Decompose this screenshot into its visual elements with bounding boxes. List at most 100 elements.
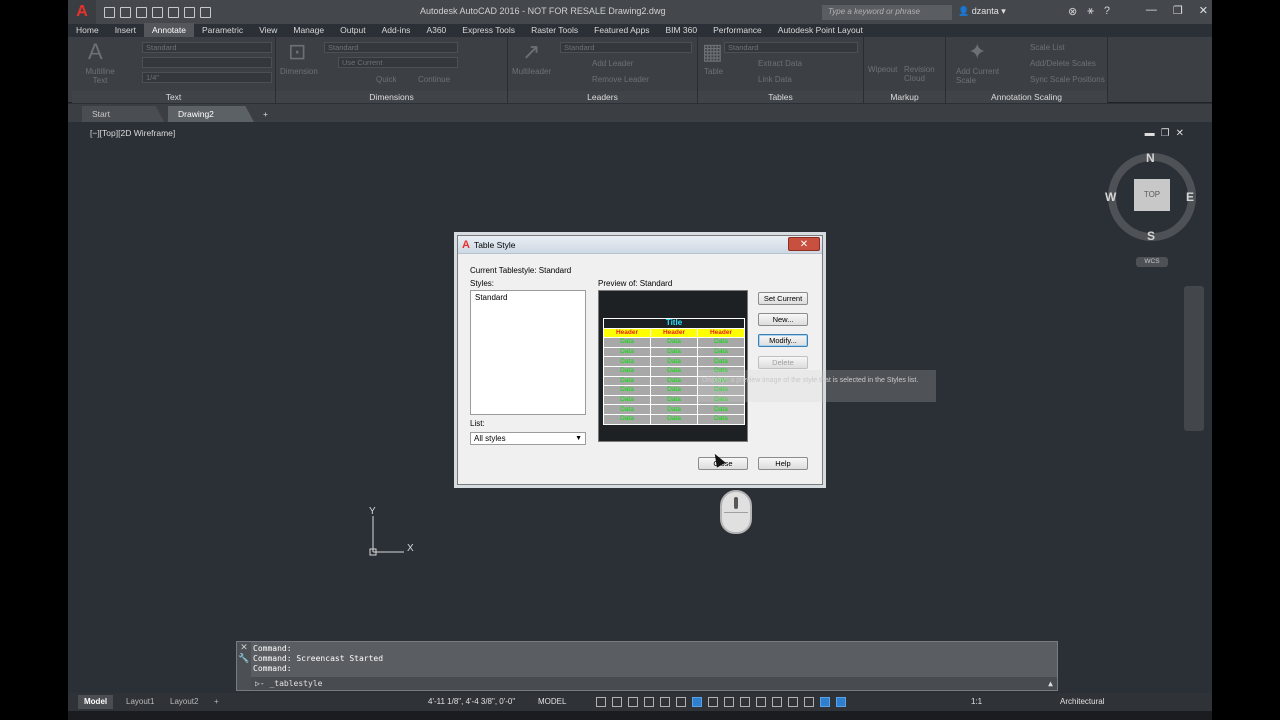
auto-scale-icon[interactable]: [836, 697, 846, 707]
polar-icon[interactable]: [644, 697, 654, 707]
tab-model[interactable]: Model: [78, 695, 114, 709]
add-scale-icon[interactable]: ✦: [968, 39, 986, 65]
open-icon[interactable]: [120, 6, 131, 18]
tab-annotate[interactable]: Annotate: [143, 23, 194, 37]
tab-manage[interactable]: Manage: [285, 23, 332, 37]
compass-north[interactable]: N: [1146, 151, 1155, 165]
tab-output[interactable]: Output: [332, 23, 374, 37]
viewport-close-icon[interactable]: ✕: [1176, 128, 1184, 139]
tab-point-layout[interactable]: Autodesk Point Layout: [770, 23, 871, 37]
maximize-icon[interactable]: ❐: [1173, 4, 1183, 17]
tab-drawing2[interactable]: Drawing2: [168, 106, 254, 122]
panel-title-dimensions[interactable]: Dimensions: [276, 91, 507, 103]
new-icon[interactable]: [104, 6, 115, 18]
text-height-combo[interactable]: 1/4": [142, 72, 272, 83]
wipeout-label[interactable]: Wipeout: [868, 65, 897, 74]
list-filter-select[interactable]: All styles ▼: [470, 432, 586, 445]
tab-insert[interactable]: Insert: [107, 23, 144, 37]
command-recent-icon[interactable]: ▲: [1048, 677, 1053, 690]
selection-cycling-icon[interactable]: [740, 697, 750, 707]
styles-list[interactable]: Standard: [470, 290, 586, 415]
snap-icon[interactable]: [612, 697, 622, 707]
cart-icon[interactable]: ⊗: [1068, 5, 1077, 18]
isodraft-icon[interactable]: [660, 697, 670, 707]
viewport-controls[interactable]: [−][Top][2D Wireframe]: [90, 128, 175, 138]
tab-view[interactable]: View: [251, 23, 285, 37]
compass-east[interactable]: E: [1186, 190, 1194, 204]
continue-dim-label[interactable]: Continue: [418, 75, 450, 84]
application-menu-button[interactable]: A: [68, 0, 96, 24]
save-as-icon[interactable]: [152, 6, 163, 18]
3d-osnap-icon[interactable]: [756, 697, 766, 707]
dynamic-ucs-icon[interactable]: [772, 697, 782, 707]
viewcube-top-face[interactable]: TOP: [1134, 179, 1170, 211]
tab-home[interactable]: Home: [68, 23, 107, 37]
user-account[interactable]: 👤 dzanta ▾: [958, 6, 1006, 17]
tab-layout1[interactable]: Layout1: [120, 695, 160, 709]
leader-style-combo[interactable]: Standard: [560, 42, 692, 53]
add-layout-icon[interactable]: +: [208, 695, 225, 709]
viewcube[interactable]: TOP: [1108, 153, 1196, 241]
tab-bim-360[interactable]: BIM 360: [657, 23, 705, 37]
dimension-icon[interactable]: ⊡: [288, 39, 306, 65]
tab-start[interactable]: Start: [82, 106, 164, 122]
new-button[interactable]: New...: [758, 313, 808, 326]
lineweight-icon[interactable]: [708, 697, 718, 707]
add-leader-label[interactable]: Add Leader: [592, 59, 633, 68]
link-data-label[interactable]: Link Data: [758, 75, 792, 84]
multiline-text-icon[interactable]: A: [88, 39, 103, 65]
scale-list-label[interactable]: Scale List: [1030, 43, 1065, 52]
help-button[interactable]: Help: [758, 457, 808, 470]
list-item[interactable]: Standard: [475, 293, 581, 302]
quick-dim-label[interactable]: Quick: [376, 75, 396, 84]
exchange-icon[interactable]: ⚹: [1087, 5, 1094, 18]
tab-layout2[interactable]: Layout2: [164, 695, 204, 709]
tab-a360[interactable]: A360: [418, 23, 454, 37]
gizmo-icon[interactable]: [804, 697, 814, 707]
tab-express-tools[interactable]: Express Tools: [454, 23, 523, 37]
compass-south[interactable]: S: [1147, 229, 1155, 243]
help-icon[interactable]: ?: [1104, 5, 1110, 18]
extract-data-label[interactable]: Extract Data: [758, 59, 802, 68]
remove-leader-label[interactable]: Remove Leader: [592, 75, 649, 84]
annotation-scale[interactable]: 1:1: [971, 697, 982, 706]
tab-raster-tools[interactable]: Raster Tools: [523, 23, 586, 37]
set-current-button[interactable]: Set Current: [758, 292, 808, 305]
redo-icon[interactable]: [200, 6, 211, 18]
panel-title-annotation-scaling[interactable]: Annotation Scaling: [946, 91, 1107, 103]
tab-parametric[interactable]: Parametric: [194, 23, 251, 37]
plot-icon[interactable]: [168, 6, 179, 18]
delete-button[interactable]: Delete: [758, 356, 808, 369]
tab-performance[interactable]: Performance: [705, 23, 770, 37]
revision-cloud-label[interactable]: Revision Cloud: [904, 65, 942, 83]
undo-icon[interactable]: [184, 6, 195, 18]
panel-title-tables[interactable]: Tables: [698, 91, 863, 103]
viewport-restore-icon[interactable]: ❐: [1161, 128, 1170, 139]
dim-style-combo[interactable]: Standard: [324, 42, 458, 53]
annotation-visibility-icon[interactable]: [820, 697, 830, 707]
wcs-menu[interactable]: WCS: [1136, 257, 1168, 267]
panel-title-leaders[interactable]: Leaders: [508, 91, 697, 103]
close-icon[interactable]: ✕: [1199, 4, 1208, 17]
new-tab-icon[interactable]: +: [260, 106, 274, 122]
multileader-icon[interactable]: ↗: [522, 39, 540, 65]
units-selector[interactable]: Architectural: [1060, 697, 1104, 706]
object-snap-tracking-icon[interactable]: [676, 697, 686, 707]
coordinates-readout[interactable]: 4'-11 1/8", 4'-4 3/8", 0'-0": [428, 697, 515, 706]
viewport-minimize-icon[interactable]: ▬: [1145, 128, 1155, 139]
text-style-combo[interactable]: Standard: [142, 42, 272, 53]
panel-title-text[interactable]: Text: [72, 91, 275, 103]
navigation-bar[interactable]: [1184, 286, 1204, 431]
add-delete-scales-label[interactable]: Add/Delete Scales: [1030, 59, 1096, 68]
tab-featured-apps[interactable]: Featured Apps: [586, 23, 657, 37]
tab-add-ins[interactable]: Add-ins: [374, 23, 419, 37]
dim-layer-combo[interactable]: Use Current: [338, 57, 458, 68]
search-input[interactable]: Type a keyword or phrase: [822, 5, 952, 20]
minimize-icon[interactable]: —: [1146, 4, 1157, 17]
command-window-grip-icon[interactable]: ✕ 🔧: [237, 642, 251, 690]
selection-filter-icon[interactable]: [788, 697, 798, 707]
table-style-combo[interactable]: Standard: [724, 42, 858, 53]
panel-title-markup[interactable]: Markup: [864, 91, 945, 103]
model-space-button[interactable]: MODEL: [538, 697, 566, 706]
grid-icon[interactable]: [596, 697, 606, 707]
